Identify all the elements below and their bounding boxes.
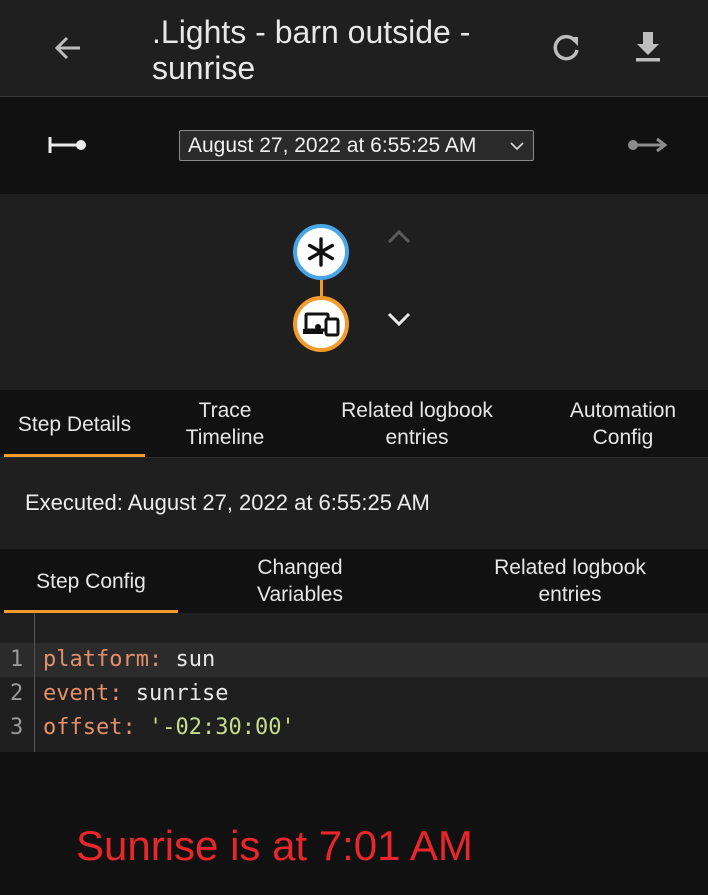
yaml-key: event bbox=[43, 681, 110, 706]
line-gutter bbox=[0, 613, 35, 752]
previous-trace-icon bbox=[48, 137, 86, 153]
step-tabs: Step Config Changed Variables Related lo… bbox=[0, 549, 708, 613]
yaml-key: platform bbox=[43, 647, 149, 672]
refresh-button[interactable] bbox=[544, 26, 588, 70]
step-details-panel: Executed: August 27, 2022 at 6:55:25 AM bbox=[0, 458, 708, 549]
trace-graph bbox=[0, 194, 708, 390]
code-line: 3 offset: '-02:30:00' bbox=[0, 711, 708, 745]
refresh-icon bbox=[553, 34, 579, 61]
executed-timestamp: Executed: August 27, 2022 at 6:55:25 AM bbox=[25, 490, 430, 515]
chevron-down-icon[interactable] bbox=[384, 308, 414, 332]
next-trace-button[interactable] bbox=[624, 127, 670, 163]
download-button[interactable] bbox=[626, 26, 670, 70]
code-line: 2 event: sunrise bbox=[0, 677, 708, 711]
tab-step-config[interactable]: Step Config bbox=[4, 549, 178, 613]
trace-select[interactable]: August 27, 2022 at 6:55:25 AM bbox=[179, 130, 534, 161]
arrow-left-icon bbox=[54, 36, 80, 60]
graph-connector bbox=[320, 280, 323, 296]
previous-trace-button[interactable] bbox=[44, 127, 90, 163]
yaml-value: sunrise bbox=[135, 681, 229, 706]
asterisk-icon bbox=[307, 237, 334, 267]
devices-icon bbox=[303, 312, 340, 337]
chevron-down-icon bbox=[510, 141, 524, 150]
next-trace-icon bbox=[628, 137, 668, 153]
app-header: .Lights - barn outside - sunrise bbox=[0, 0, 708, 97]
tab-changed-variables[interactable]: Changed Variables bbox=[238, 549, 362, 613]
back-button[interactable] bbox=[46, 26, 90, 70]
trigger-node[interactable] bbox=[293, 224, 349, 280]
tab-trace-timeline[interactable]: Trace Timeline bbox=[160, 391, 290, 457]
tab-related-logbook-entries[interactable]: Related logbook entries bbox=[470, 549, 670, 613]
yaml-value: '-02:30:00' bbox=[148, 715, 295, 740]
tab-related-logbook[interactable]: Related logbook entries bbox=[322, 391, 512, 457]
chevron-up-icon bbox=[387, 229, 411, 244]
code-line: 1 platform: sun bbox=[0, 643, 708, 677]
sunrise-annotation: Sunrise is at 7:01 AM bbox=[76, 822, 473, 869]
tab-automation-config[interactable]: Automation Config bbox=[548, 391, 698, 457]
action-node[interactable] bbox=[293, 296, 349, 352]
yaml-key: offset bbox=[43, 715, 123, 740]
yaml-code-editor[interactable]: 1 platform: sun 2 event: sunrise 3 offse… bbox=[0, 613, 708, 752]
download-icon bbox=[636, 32, 660, 62]
trace-select-value: August 27, 2022 at 6:55:25 AM bbox=[188, 133, 477, 157]
main-tabs: Step Details Trace Timeline Related logb… bbox=[0, 391, 708, 458]
page-title: .Lights - barn outside - sunrise bbox=[152, 14, 471, 86]
trace-navigation: August 27, 2022 at 6:55:25 AM bbox=[0, 97, 708, 194]
tab-step-details[interactable]: Step Details bbox=[4, 391, 145, 457]
yaml-value: sun bbox=[175, 647, 216, 672]
